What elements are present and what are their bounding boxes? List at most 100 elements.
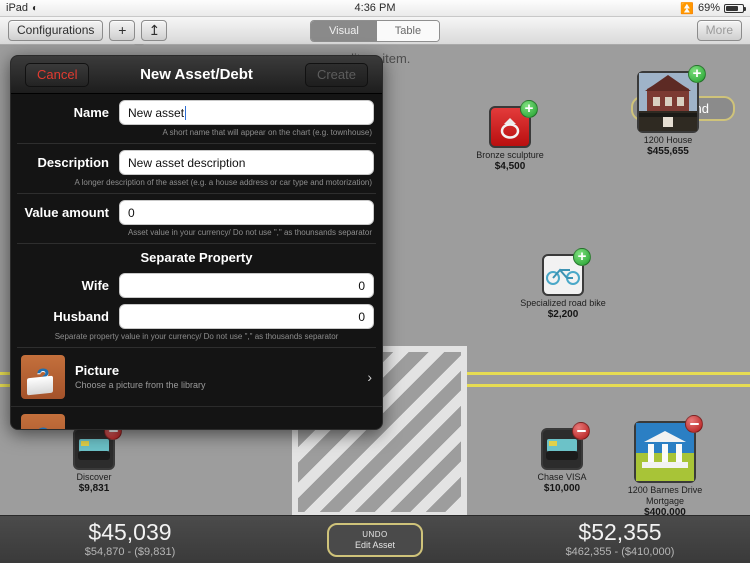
wife-field-row: Wife 0 — [11, 267, 382, 298]
ios-status-bar: iPad ◐ 4:36 PM ⏫ 69% — [0, 0, 750, 17]
item-thumbnail — [634, 415, 703, 483]
chevron-right-icon: › — [367, 428, 372, 429]
description-input-value: New asset description — [128, 155, 246, 170]
toolbar-right-group: More — [696, 20, 742, 41]
modal-header: Cancel New Asset/Debt Create — [11, 56, 382, 94]
undo-button[interactable]: UNDO Edit Asset — [326, 522, 424, 557]
configurations-button[interactable]: Configurations — [8, 20, 104, 41]
right-total-group: $52,355 $462,355 - ($410,000) — [490, 520, 750, 559]
value-label: Value amount — [24, 205, 109, 220]
list-item[interactable]: + 1200 House $455,655 — [618, 65, 718, 157]
view-mode-segmented-control[interactable]: Visual Table — [310, 20, 441, 42]
value-input[interactable]: 0 — [119, 200, 374, 225]
category-row[interactable]: ? Category Other asset › — [11, 406, 382, 430]
item-label: Specialized road bike — [520, 298, 606, 308]
battery-percent-label: 69% — [697, 2, 720, 14]
item-label: Chase VISA — [537, 472, 587, 482]
name-label: Name — [73, 105, 109, 120]
battery-icon — [724, 3, 746, 13]
right-total-amount: $52,355 — [578, 519, 662, 545]
description-label: Description — [37, 155, 109, 170]
main-toolbar: Configurations + ↥ Visual Table More — [0, 17, 750, 45]
picture-row-text: Picture Choose a picture from the librar… — [75, 363, 357, 391]
item-label: Bronze sculpture — [476, 150, 544, 160]
item-thumbnail — [541, 422, 590, 470]
list-item[interactable]: 1200 Barnes Drive Mortgage $400,000 — [615, 415, 715, 518]
name-input-value: New asset — [128, 105, 185, 120]
credit-card-icon — [78, 439, 110, 460]
status-bar-right: ⏫ 69% — [680, 2, 746, 15]
left-total-breakdown: $54,870 - ($9,831) — [84, 546, 176, 558]
modal-title: New Asset/Debt — [140, 66, 253, 83]
item-amount: $10,000 — [543, 483, 581, 494]
box-question-icon: ? — [21, 414, 65, 429]
separate-property-title: Separate Property — [140, 250, 253, 265]
wife-label: Wife — [81, 278, 109, 293]
undo-subtitle: Edit Asset — [354, 539, 396, 550]
item-thumbnail: + — [637, 65, 706, 133]
item-amount: $455,655 — [647, 146, 689, 157]
credit-card-icon — [546, 439, 578, 460]
create-button[interactable]: Create — [304, 63, 368, 87]
item-thumbnail — [73, 422, 122, 470]
separate-property-help-text: Separate property value in your currency… — [54, 332, 339, 341]
item-label: 1200 Barnes Drive Mortgage — [627, 485, 703, 506]
cancel-button[interactable]: Cancel — [25, 63, 90, 87]
item-thumbnail: + — [489, 100, 538, 148]
value-field-row: Value amount 0 — [11, 194, 382, 225]
item-label: Discover — [76, 472, 112, 482]
name-help-text: A short name that will appear on the cha… — [162, 128, 372, 137]
category-row-text: Category — [75, 428, 274, 429]
toolbar-left-group: Configurations + ↥ — [0, 20, 168, 41]
totals-bar: $45,039 $54,870 - ($9,831) UNDO Edit Ass… — [0, 515, 750, 563]
wife-input[interactable]: 0 — [119, 273, 374, 298]
husband-field-row: Husband 0 — [11, 298, 382, 329]
picture-row-title: Picture — [75, 363, 120, 378]
list-item[interactable]: Chase VISA $10,000 — [512, 422, 612, 494]
bank-icon — [636, 423, 694, 481]
list-item[interactable]: Discover $9,831 — [44, 422, 144, 494]
list-item[interactable]: + Specialized road bike $2,200 — [513, 248, 613, 320]
house-photo — [639, 73, 697, 131]
more-button[interactable]: More — [696, 20, 742, 41]
ring-icon — [500, 118, 520, 139]
name-input[interactable]: New asset — [119, 100, 374, 125]
left-total-amount: $45,039 — [88, 519, 172, 545]
category-row-value: Other asset — [284, 429, 357, 430]
value-help-text: Asset value in your currency/ Do not use… — [127, 228, 372, 237]
add-button[interactable]: + — [109, 20, 136, 41]
share-button[interactable]: ↥ — [141, 20, 168, 41]
description-help-text: A longer description of the asset (e.g. … — [74, 178, 373, 187]
item-label: 1200 House — [643, 135, 693, 145]
name-field-row: Name New asset — [11, 94, 382, 125]
asset-plus-badge: + — [573, 248, 591, 266]
picture-row[interactable]: ? Picture Choose a picture from the libr… — [11, 348, 382, 406]
right-total-breakdown: $462,355 - ($410,000) — [565, 546, 675, 558]
bluetooth-icon: ⏫ — [680, 2, 694, 15]
undo-title: UNDO — [362, 529, 388, 539]
chevron-right-icon: › — [367, 369, 372, 385]
tab-visual[interactable]: Visual — [311, 21, 377, 41]
description-field-row: Description New asset description — [11, 144, 382, 175]
left-total-group: $45,039 $54,870 - ($9,831) — [0, 520, 260, 559]
husband-input-value: 0 — [358, 309, 365, 324]
asset-plus-badge: + — [688, 65, 706, 83]
item-amount: $9,831 — [78, 483, 110, 494]
asset-plus-badge: + — [520, 100, 538, 118]
item-thumbnail: + — [542, 248, 591, 296]
debt-minus-badge — [685, 415, 703, 433]
list-item[interactable]: + Bronze sculpture $4,500 — [460, 100, 560, 172]
category-row-title: Category — [75, 428, 274, 429]
description-input[interactable]: New asset description — [119, 150, 374, 175]
share-icon: ↥ — [148, 22, 161, 38]
item-amount: $2,200 — [547, 309, 579, 320]
picture-row-subtitle: Choose a picture from the library — [75, 380, 206, 390]
wife-input-value: 0 — [358, 278, 365, 293]
plus-icon: + — [118, 22, 127, 38]
app-screen: iPad ◐ 4:36 PM ⏫ 69% Configurations + ↥ … — [0, 0, 750, 563]
tab-table[interactable]: Table — [376, 21, 440, 41]
husband-input[interactable]: 0 — [119, 304, 374, 329]
status-bar-time: 4:36 PM — [354, 2, 396, 14]
value-input-value: 0 — [128, 205, 135, 220]
husband-label: Husband — [53, 309, 109, 324]
